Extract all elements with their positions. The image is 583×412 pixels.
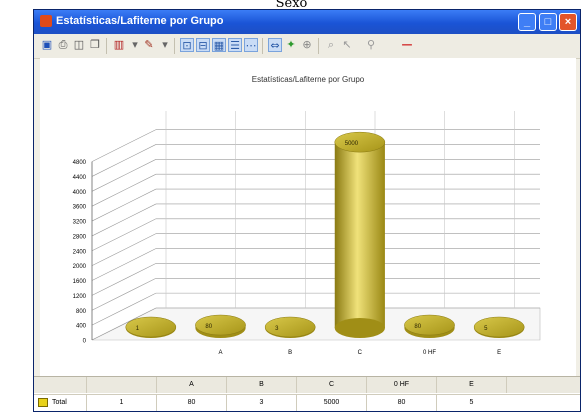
chart-title: Estatísticas/Lafiterne por Grupo xyxy=(252,75,365,84)
grid-cell[interactable]: 80 xyxy=(156,395,226,411)
grid-row-label[interactable]: Total xyxy=(38,397,82,409)
close-button[interactable]: × xyxy=(559,13,577,31)
grid-header-cell: E xyxy=(436,377,506,393)
grid-header-cell xyxy=(86,377,156,393)
minimize-button[interactable]: _ xyxy=(518,13,536,31)
y-tick-label: 1600 xyxy=(73,279,87,285)
bar-base xyxy=(334,318,385,338)
toolbar-separator xyxy=(174,38,175,54)
window-title: Estatísticas/Lafiterne por Grupo xyxy=(56,15,224,27)
horizontal-grid-icon[interactable]: ☰ xyxy=(228,38,242,52)
print-icon[interactable]: ⎙ xyxy=(56,38,70,52)
grid-line-depth xyxy=(91,248,157,281)
edit-icon[interactable]: ⌕ xyxy=(324,38,338,52)
grid-line-depth xyxy=(91,159,157,192)
chart-wizard-icon[interactable]: ✦ xyxy=(284,38,298,52)
rotate-icon[interactable]: ⇔ xyxy=(268,38,282,52)
grid-line-depth xyxy=(91,173,157,207)
x-tick-label: 0 HF xyxy=(423,350,436,356)
y-tick-label: 2400 xyxy=(73,249,87,255)
grid-cell[interactable]: 80 xyxy=(366,395,436,411)
y-tick-label: 4800 xyxy=(73,160,87,166)
palette-icon[interactable]: ▾ xyxy=(128,38,142,52)
grid-line-depth xyxy=(91,263,157,296)
pointer-icon[interactable]: ↖ xyxy=(340,38,354,52)
grid-cell[interactable]: 3 xyxy=(226,395,296,411)
bar-top xyxy=(264,316,316,338)
grid-line-depth xyxy=(91,144,157,177)
bar-chart: Estatísticas/Lafiterne por Grupo 0 400 800 1… xyxy=(73,75,541,356)
color-dropdown-icon[interactable]: ▾ xyxy=(158,38,172,52)
chart-toolbar: ▣ ⎙ ◫ ❐ ▥ ▾ ✎ ▾ ⊡ ⊟ ▦ ☰ ⋯ ⇔ ✦ ⊕ ⌕ ↖ ⚲ — xyxy=(34,34,580,59)
toolbar-separator xyxy=(106,38,107,54)
grid-line-depth xyxy=(91,218,157,252)
data-grid-header: A B C 0 HF E xyxy=(34,377,580,393)
grid-header-cell xyxy=(506,377,576,393)
close-data-icon[interactable]: — xyxy=(400,38,414,52)
legend-icon[interactable]: ⊟ xyxy=(196,38,210,52)
bar xyxy=(334,142,385,328)
data-grid-row: Total 1 80 3 5000 80 5 xyxy=(34,394,580,411)
y-tick-label: 1200 xyxy=(73,294,87,300)
copy-icon[interactable]: ❐ xyxy=(88,38,102,52)
data-label: 80 xyxy=(414,324,421,330)
grid-header-cell: C xyxy=(296,377,366,393)
axis-view-icon[interactable]: ⊡ xyxy=(180,38,194,52)
data-label: 5000 xyxy=(345,141,359,147)
x-tick-label: B xyxy=(288,350,292,356)
save-icon[interactable]: ▣ xyxy=(40,38,54,52)
grid-line-depth xyxy=(91,129,157,162)
zoom-icon[interactable]: ⊕ xyxy=(300,38,314,52)
y-tick-label: 4400 xyxy=(73,175,87,181)
data-grid: A B C 0 HF E Total 1 80 3 5000 80 5 xyxy=(34,376,580,411)
chart-type-icon[interactable]: ▥ xyxy=(112,38,126,52)
grid-line-depth xyxy=(91,188,157,222)
title-bar[interactable]: Estatísticas/Lafiterne por Grupo _ □ × xyxy=(34,10,580,34)
grid-line-depth xyxy=(91,203,157,237)
y-tick-label: 800 xyxy=(76,309,87,315)
chart-area: Estatísticas/Lafiterne por Grupo 0 400 800 1… xyxy=(40,58,576,378)
x-tick-label: A xyxy=(218,350,222,356)
print-preview-icon[interactable]: ◫ xyxy=(72,38,86,52)
y-tick-label: 0 xyxy=(83,339,87,345)
grid-cell[interactable]: 5000 xyxy=(296,395,366,411)
maximize-button[interactable]: □ xyxy=(539,13,557,31)
grid-header-cell: 0 HF xyxy=(366,377,436,393)
y-tick-label: 3600 xyxy=(73,205,87,211)
grid-cell[interactable]: 1 xyxy=(86,395,156,411)
grid-cell[interactable]: 5 xyxy=(436,395,506,411)
color-icon[interactable]: ✎ xyxy=(142,38,156,52)
toolbar-separator xyxy=(262,38,263,54)
data-table-icon[interactable]: ▦ xyxy=(212,38,226,52)
toolbar-separator xyxy=(318,38,319,54)
y-tick-label: 2000 xyxy=(73,264,87,270)
bar-top xyxy=(125,316,177,338)
series-swatch-icon xyxy=(38,398,48,407)
data-label: 80 xyxy=(205,324,212,330)
vertical-grid-icon[interactable]: ⋯ xyxy=(244,38,258,52)
grid-header-cell: B xyxy=(226,377,296,393)
app-icon xyxy=(40,15,52,27)
x-tick-label: C xyxy=(358,350,363,356)
bar-top xyxy=(473,316,525,338)
bar-top xyxy=(195,314,246,336)
grid-line-depth xyxy=(91,233,157,266)
y-tick-label: 4000 xyxy=(73,190,87,196)
bar-top xyxy=(404,314,455,336)
chart-window: Estatísticas/Lafiterne por Grupo _ □ × ▣… xyxy=(33,9,581,412)
y-tick-label: 400 xyxy=(76,324,87,330)
bar-top xyxy=(334,131,386,153)
y-tick-label: 2800 xyxy=(73,234,87,240)
grid-header-cell: A xyxy=(156,377,226,393)
tools-icon[interactable]: ⚲ xyxy=(364,38,378,52)
grid-line-depth xyxy=(91,277,157,311)
y-tick-label: 3200 xyxy=(73,220,87,226)
x-tick-label: E xyxy=(497,350,501,356)
